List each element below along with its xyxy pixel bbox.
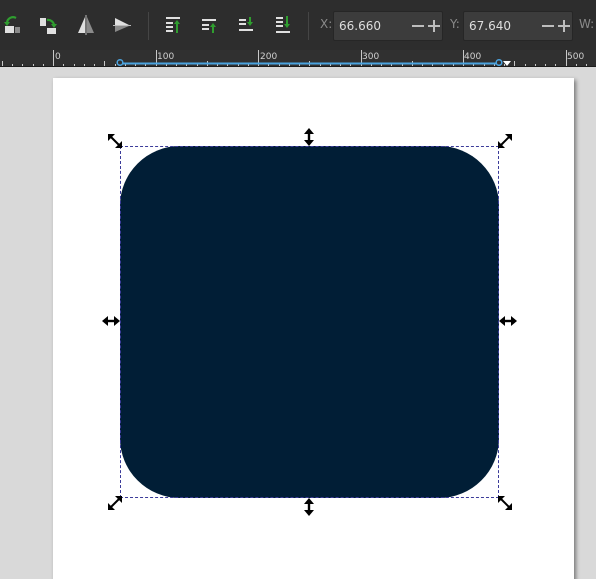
scale-handle-right[interactable]: [499, 314, 517, 328]
y-spinbox: [463, 11, 573, 41]
lower-to-bottom-button[interactable]: [270, 12, 296, 38]
scale-handle-top-left[interactable]: [107, 133, 123, 149]
lower-to-bottom-icon: [276, 16, 290, 33]
rotate-90-cw-icon: [40, 18, 57, 34]
raise-to-top-icon: [166, 17, 180, 33]
lower-button[interactable]: [233, 12, 259, 38]
ruler-label: 0: [55, 52, 61, 62]
inkscape-window: X: Y: W: 0 100 200 300 400: [0, 0, 596, 579]
scale-handle-top-right[interactable]: [497, 133, 513, 149]
scale-handle-bottom-left[interactable]: [107, 495, 123, 511]
ruler-ticks: [2, 50, 587, 66]
w-label: W:: [579, 17, 595, 31]
flip-horizontal-button[interactable]: [73, 12, 99, 38]
x-increment-button[interactable]: [426, 18, 442, 34]
flip-vertical-button[interactable]: [109, 12, 135, 38]
y-label: Y:: [450, 17, 460, 31]
ruler-label: 100: [157, 52, 175, 62]
lower-icon: [239, 17, 253, 31]
selection-bounding-box: [120, 146, 499, 498]
raise-to-top-button[interactable]: [160, 12, 186, 38]
rotate-ccw-button[interactable]: [0, 12, 26, 38]
selection-start-marker: [116, 58, 124, 66]
ruler-label: 300: [362, 52, 380, 62]
rotate-cw-button[interactable]: [35, 12, 61, 38]
ruler-label: 400: [464, 52, 482, 62]
x-input[interactable]: [334, 12, 406, 40]
x-decrement-button[interactable]: [410, 18, 426, 34]
drawing-canvas[interactable]: [0, 67, 596, 579]
toolbar-separator: [148, 12, 149, 40]
y-increment-button[interactable]: [556, 18, 572, 34]
scale-handle-left[interactable]: [102, 314, 120, 328]
scale-handle-bottom-right[interactable]: [497, 495, 513, 511]
flip-vertical-icon: [113, 18, 131, 32]
flip-horizontal-icon: [78, 15, 94, 35]
rotate-90-ccw-icon: [4, 16, 20, 33]
raise-icon: [202, 19, 216, 33]
y-input[interactable]: [464, 12, 536, 40]
selection-end-marker: [495, 58, 503, 66]
y-decrement-button[interactable]: [540, 18, 556, 34]
scale-handle-top[interactable]: [302, 128, 316, 146]
raise-button[interactable]: [196, 12, 222, 38]
select-tool-controls-bar: X: Y: W:: [0, 0, 596, 50]
ruler-label: 200: [260, 52, 278, 62]
x-spinbox: [333, 11, 443, 41]
x-label: X:: [320, 17, 333, 31]
horizontal-ruler[interactable]: 0 100 200 300 400 500: [0, 50, 596, 67]
toolbar-separator: [308, 12, 309, 40]
scale-handle-bottom[interactable]: [302, 498, 316, 516]
ruler-label: 500: [567, 52, 585, 62]
